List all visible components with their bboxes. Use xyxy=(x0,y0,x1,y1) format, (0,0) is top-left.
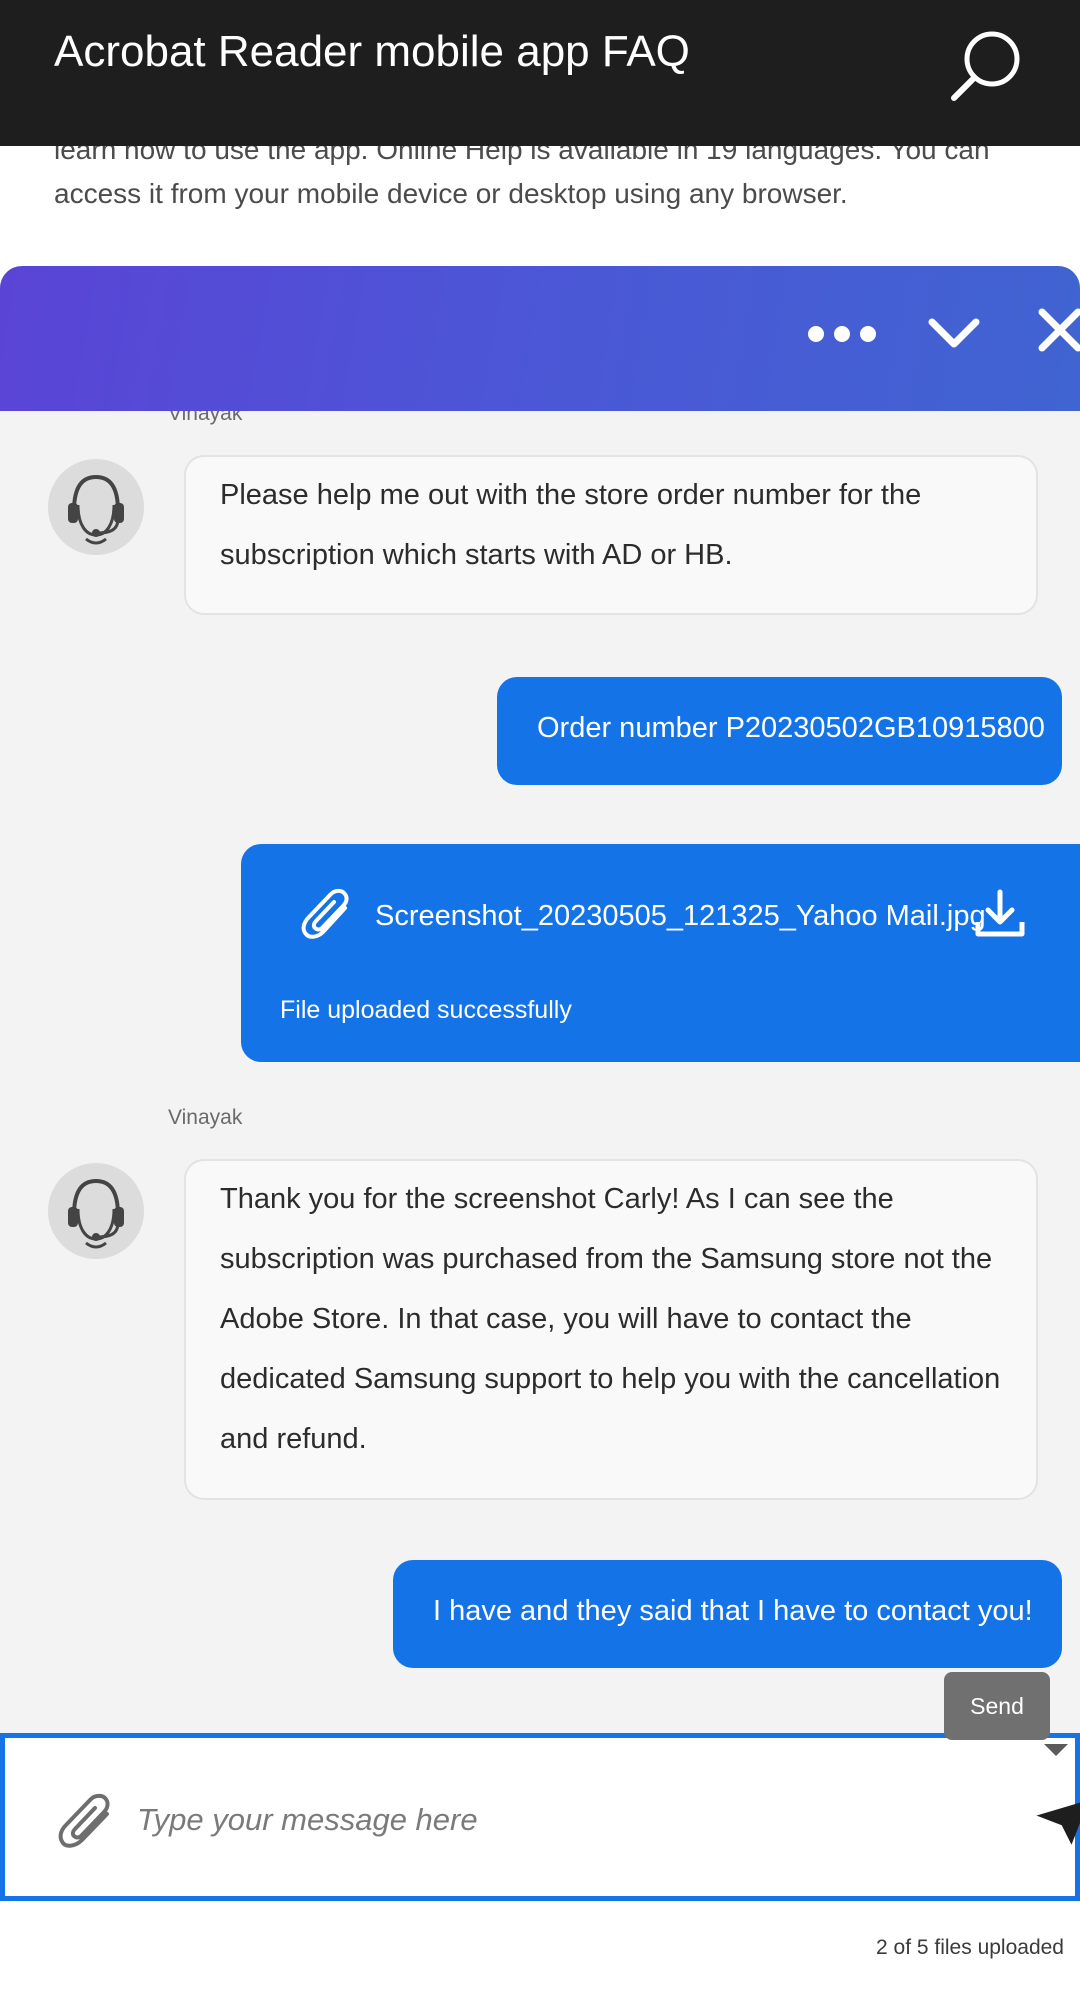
chat-transcript[interactable]: Vinayak Please help me out with the stor… xyxy=(0,411,1080,1733)
message-input[interactable] xyxy=(137,1782,997,1858)
caret-down-icon xyxy=(1044,1744,1068,1756)
agent-avatar xyxy=(48,1163,144,1259)
more-options-icon[interactable] xyxy=(804,314,880,354)
user-message-bubble: I have and they said that I have to cont… xyxy=(393,1560,1062,1668)
agent-avatar xyxy=(48,459,144,555)
agent-name: Vinayak xyxy=(168,1106,243,1129)
close-icon[interactable] xyxy=(1034,304,1080,360)
paperclip-icon xyxy=(301,888,355,944)
user-message-text: Order number P20230502GB10915800 xyxy=(537,712,1045,744)
headset-icon xyxy=(68,1178,124,1249)
chevron-down-icon[interactable] xyxy=(924,308,984,360)
message-composer xyxy=(0,1733,1080,1901)
headset-icon xyxy=(68,474,124,545)
page: Acrobat Reader mobile app FAQ learn how … xyxy=(0,0,1080,1998)
paperclip-icon[interactable] xyxy=(57,1792,117,1854)
files-uploaded-count: 2 of 5 files uploaded xyxy=(876,1936,1064,1959)
send-icon[interactable] xyxy=(1031,1796,1080,1850)
send-tooltip: Send xyxy=(944,1672,1050,1740)
agent-name: Vinayak xyxy=(168,411,243,425)
file-message-bubble: Screenshot_20230505_121325_Yahoo Mail.jp… xyxy=(241,844,1080,1062)
agent-message-bubble: Thank you for the screenshot Carly! As I… xyxy=(184,1159,1038,1500)
agent-message-bubble: Please help me out with the store order … xyxy=(184,455,1038,615)
download-icon[interactable] xyxy=(975,888,1025,940)
file-name[interactable]: Screenshot_20230505_121325_Yahoo Mail.jp… xyxy=(375,898,986,934)
upload-status: File uploaded successfully xyxy=(280,996,572,1024)
app-header: Acrobat Reader mobile app FAQ xyxy=(0,0,1080,146)
chat-header xyxy=(0,266,1080,411)
search-icon[interactable] xyxy=(944,22,1030,108)
user-message-text: I have and they said that I have to cont… xyxy=(433,1595,1033,1627)
page-title: Acrobat Reader mobile app FAQ xyxy=(54,27,690,76)
user-message-bubble: Order number P20230502GB10915800 xyxy=(497,677,1062,785)
